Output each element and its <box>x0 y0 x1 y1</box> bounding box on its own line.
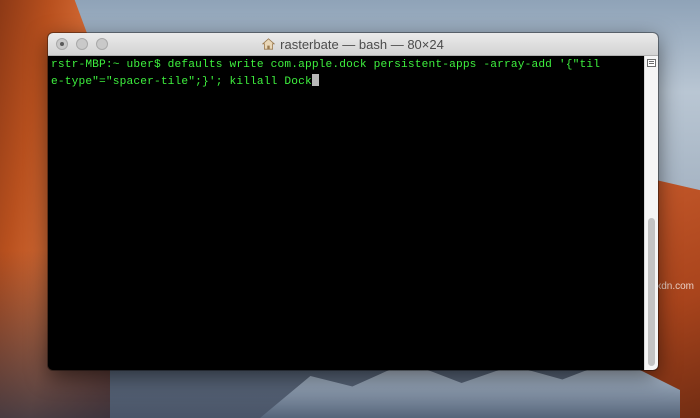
terminal-line: rstr-MBP:~ uber$ defaults write com.appl… <box>51 59 601 71</box>
window-title-text: rasterbate — bash — 80×24 <box>280 36 444 52</box>
terminal-line-text: e-type"="spacer-tile";}'; killall Dock <box>51 76 312 88</box>
scrollbar-thumb[interactable] <box>648 218 655 366</box>
split-pane-icon[interactable] <box>647 59 656 67</box>
vertical-scrollbar[interactable] <box>644 56 658 370</box>
text-cursor <box>311 74 319 86</box>
window-title: rasterbate — bash — 80×24 <box>48 33 658 55</box>
terminal-line-with-cursor: e-type"="spacer-tile";}'; killall Dock <box>51 74 319 88</box>
terminal-window[interactable]: rasterbate — bash — 80×24 rstr-MBP:~ ube… <box>48 33 658 370</box>
home-folder-icon <box>262 38 276 50</box>
title-bar[interactable]: rasterbate — bash — 80×24 <box>48 33 658 56</box>
terminal-content[interactable]: rstr-MBP:~ uber$ defaults write com.appl… <box>48 56 644 370</box>
